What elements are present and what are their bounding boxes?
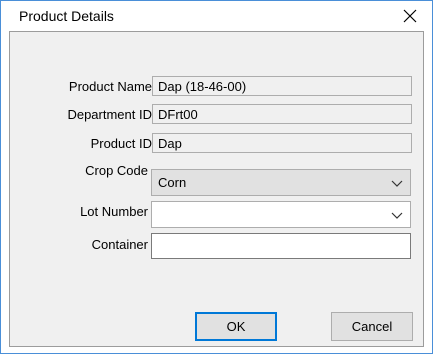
- crop-code-label: Crop Code: [85, 163, 148, 178]
- product-details-dialog: Product Details Product Name Dap (18-46-…: [0, 0, 433, 354]
- crop-code-dropdown[interactable]: Corn: [151, 169, 411, 196]
- chevron-down-icon: [391, 180, 403, 187]
- container-label: Container: [91, 237, 148, 252]
- dialog-body: Product Name Dap (18-46-00) Department I…: [9, 31, 424, 347]
- product-name-label: Product Name: [68, 79, 152, 94]
- department-id-label: Department ID: [67, 107, 152, 122]
- dialog-title: Product Details: [19, 8, 114, 24]
- product-id-field: Dap: [152, 133, 412, 153]
- chevron-down-icon: [391, 212, 403, 219]
- close-icon: [403, 9, 417, 23]
- product-name-field: Dap (18-46-00): [152, 76, 412, 96]
- lot-number-label: Lot Number: [80, 204, 148, 219]
- crop-code-value: Corn: [158, 175, 187, 190]
- product-id-label: Product ID: [90, 136, 152, 151]
- title-bar[interactable]: Product Details: [1, 1, 432, 31]
- cancel-button[interactable]: Cancel: [331, 312, 413, 341]
- lot-number-dropdown[interactable]: [151, 201, 411, 228]
- close-button[interactable]: [396, 5, 424, 27]
- department-id-field: DFrt00: [152, 104, 412, 124]
- ok-button[interactable]: OK: [195, 312, 277, 341]
- container-input[interactable]: [151, 233, 411, 259]
